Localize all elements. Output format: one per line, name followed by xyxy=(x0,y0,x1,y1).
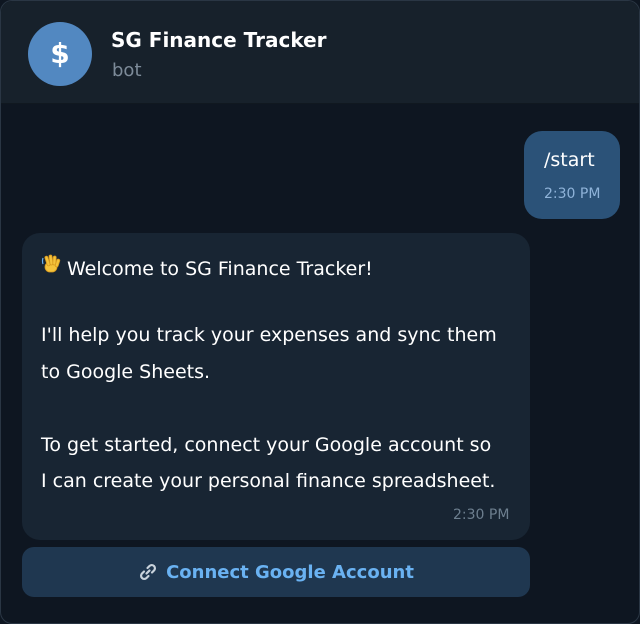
message-line: I'll help you track your expenses and sy… xyxy=(41,324,497,346)
message-time: 2:30 PM xyxy=(544,186,601,202)
message-text: /start xyxy=(544,149,595,171)
link-icon xyxy=(138,562,160,582)
waving-hand-icon xyxy=(41,253,67,281)
outgoing-message[interactable]: /start 2:30 PM xyxy=(524,131,620,219)
message-time: 2:30 PM xyxy=(453,507,510,523)
chat-header[interactable]: $ SG Finance Tracker bot xyxy=(1,1,639,104)
message-line: to Google Sheets. xyxy=(41,361,211,383)
message-line: I can create your personal finance sprea… xyxy=(41,470,496,492)
message-line-text: Welcome to SG Finance Tracker! xyxy=(67,258,373,280)
message-line: To get started, connect your Google acco… xyxy=(41,434,492,456)
dollar-icon: $ xyxy=(50,37,70,70)
incoming-message[interactable]: Welcome to SG Finance Tracker! I'll help… xyxy=(22,233,530,540)
chat-subtitle: bot xyxy=(112,60,142,81)
chat-title: SG Finance Tracker xyxy=(111,28,327,52)
connect-google-button[interactable]: Connect Google Account xyxy=(22,547,530,597)
avatar[interactable]: $ xyxy=(28,22,92,86)
chat-window: $ SG Finance Tracker bot /start 2:30 PM xyxy=(0,0,640,624)
message-line: Welcome to SG Finance Tracker! xyxy=(41,253,373,281)
button-label: Connect Google Account xyxy=(166,561,414,583)
